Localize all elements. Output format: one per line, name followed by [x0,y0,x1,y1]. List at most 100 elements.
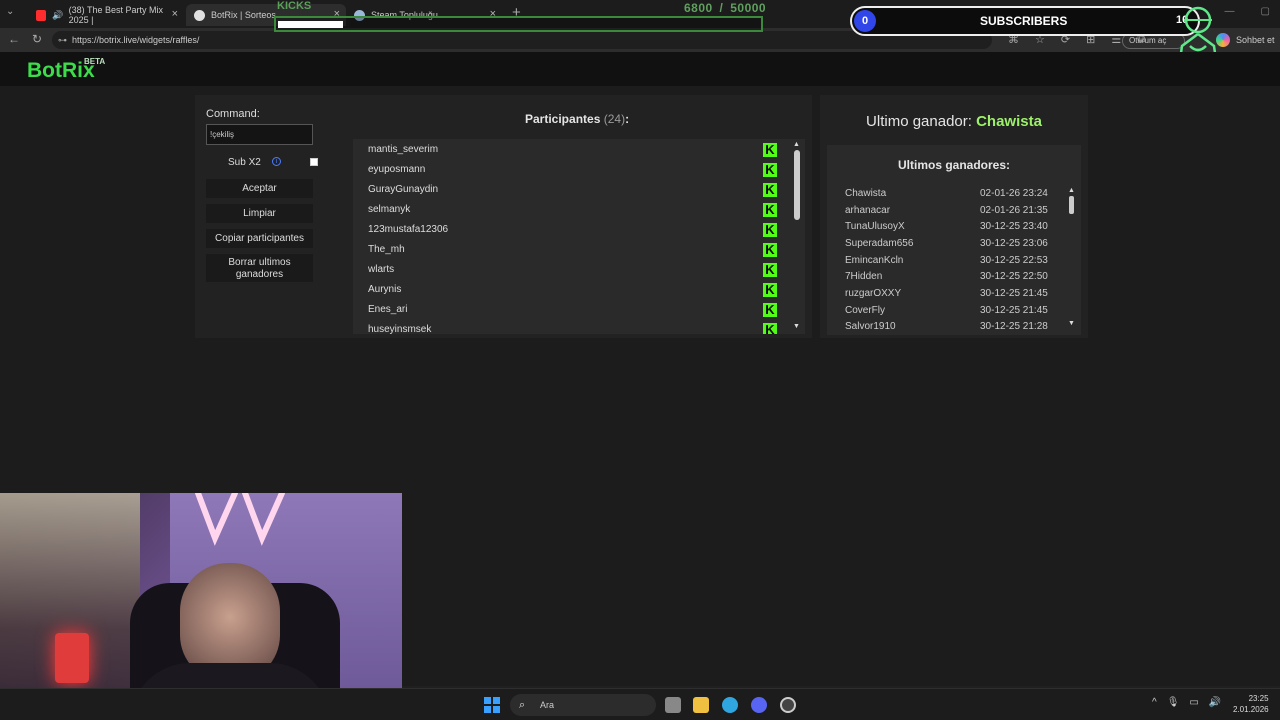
list-item: The_mh K [368,240,778,260]
list-item: Enes_ari K [368,300,778,320]
sub-x2-checkbox[interactable] [310,158,318,166]
subs-count-badge: 0 [854,10,876,32]
edge-icon[interactable] [722,697,738,713]
site-header: BotRix BETA [0,52,1280,86]
last-winner: Ultimo ganador: Chawista [820,113,1088,130]
scroll-up-icon[interactable]: ▲ [793,141,800,148]
tab-list-chevron-icon[interactable]: ⌄ [6,6,14,17]
youtube-favicon-icon [36,9,47,21]
info-icon[interactable]: i [272,157,281,166]
kick-icon: K [763,163,777,177]
last-winner-prefix: Ultimo ganador: [866,113,972,130]
participants-list[interactable]: mantis_severim K eyuposmann K GurayGunaydi… [353,139,805,334]
list-item: GurayGunaydin K [368,180,778,200]
kicks-current: 6800 [684,1,713,15]
neon-light-icon [195,493,285,546]
minimize-icon[interactable]: — [1225,6,1235,17]
microphone-icon[interactable]: 🎙 [1167,697,1180,708]
winner-name: ruzgarOXXY [845,288,902,299]
participants-scroll-thumb[interactable] [794,150,800,220]
scroll-down-icon[interactable]: ▼ [1068,320,1075,327]
file-explorer-icon[interactable] [693,697,709,713]
winner-name: Superadam656 [845,238,914,249]
winner-date: 30-12-25 21:45 [980,288,1048,299]
kick-icon: K [763,223,777,237]
window-controls: — ▢ [1225,6,1270,17]
kicks-separator: / [719,1,724,15]
back-arrow-icon[interactable]: ← [8,32,20,46]
close-tab-icon[interactable]: × [172,8,178,20]
obs-icon[interactable] [780,697,796,713]
kick-icon: K [763,263,777,277]
botrix-favicon-icon [194,9,205,21]
participants-count: (24) [603,112,626,126]
maximize-icon[interactable]: ▢ [1261,6,1270,17]
table-row: ruzgarOXXY 30-12-25 21:45 [845,288,1055,304]
kick-icon: K [763,283,777,297]
winner-name: EmincanKcln [845,255,904,266]
kick-icon: K [763,143,777,157]
winner-name: 7Hidden [845,271,883,282]
subs-label: SUBSCRIBERS [980,14,1068,28]
discord-icon[interactable] [751,697,767,713]
command-label: Command: [206,108,260,120]
winner-date: 30-12-25 22:50 [980,271,1048,282]
last-winner-name: Chawista [976,113,1042,130]
list-item: selmanyk K [368,200,778,220]
url-field[interactable]: ⊶ https://botrix.live/widgets/raffles/ [52,31,992,49]
tab-label: (38) The Best Party Mix 2025 | [68,5,164,25]
table-row: arhanacar 02-01-26 21:35 [845,205,1055,221]
volume-icon[interactable]: 🔊 [1209,697,1221,708]
table-row: Salvor1910 30-12-25 21:28 [845,321,1055,333]
table-row: TunaUlusoyX 30-12-25 23:40 [845,221,1055,237]
winner-date: 02-01-26 23:24 [980,188,1048,199]
system-tray: ^ 🎙 ▭ 🔊 [1152,697,1221,708]
participant-name: mantis_severim [368,144,439,155]
winners-list-title: Ultimos ganadores: [897,158,1011,172]
network-icon[interactable]: ▭ [1189,697,1198,708]
tray-chevron-icon[interactable]: ^ [1152,697,1157,708]
winner-name: CoverFly [845,305,886,316]
beta-badge: BETA [84,57,106,66]
clear-button[interactable]: Limpiar [206,204,313,223]
webcam-red-lamp [55,633,89,683]
command-input[interactable] [206,124,313,145]
speaker-icon[interactable]: 🔊 [52,10,63,21]
refresh-icon[interactable]: ↻ [32,32,42,46]
winner-name: Chawista [845,188,887,199]
table-row: Superadam656 30-12-25 23:06 [845,238,1055,254]
taskbar-search[interactable]: ⌕ Ara [510,694,656,716]
tab-youtube[interactable]: 🔊 (38) The Best Party Mix 2025 | × [28,4,184,26]
accept-button[interactable]: Aceptar [206,179,313,198]
scroll-up-icon[interactable]: ▲ [1068,187,1075,194]
participant-name: Enes_ari [368,304,408,315]
copilot-label: Sohbet et [1236,35,1275,45]
taskbar-clock[interactable]: 23:25 2.01.2026 [1233,693,1269,715]
table-row: 7Hidden 30-12-25 22:50 [845,271,1055,287]
winner-date: 30-12-25 21:45 [980,305,1048,316]
kicks-goal-bar [274,16,763,32]
kick-icon: K [763,243,777,257]
windows-start-icon[interactable] [484,697,500,713]
winner-name: TunaUlusoyX [845,221,905,232]
winner-name: Salvor1910 [845,321,896,332]
participants-title-text: Participantes [525,112,601,126]
winner-date: 30-12-25 21:28 [980,321,1048,332]
search-icon: ⌕ [519,699,526,711]
participant-name: The_mh [368,244,405,255]
list-item: 123mustafa12306 K [368,220,778,240]
sub-x2-label: Sub X2 [228,157,261,168]
copilot-button[interactable]: Sohbet et [1216,33,1275,47]
kick-icon: K [763,183,777,197]
subscribers-goal-bar: 0 SUBSCRIBERS 10 [850,6,1200,36]
scroll-down-icon[interactable]: ▼ [793,323,800,330]
participants-title: Participantes (24): [525,112,629,126]
list-item: huseyinsmsek K [368,320,778,334]
delete-last-winners-button[interactable]: Borrar ultimos ganadores [206,254,313,282]
copy-participants-button[interactable]: Copiar participantes [206,229,313,248]
winner-date: 30-12-25 23:06 [980,238,1048,249]
task-view-icon[interactable] [665,697,681,713]
participant-name: 123mustafa12306 [368,224,449,235]
winners-scroll-thumb[interactable] [1069,196,1074,214]
site-info-icon[interactable]: ⊶ [58,31,67,49]
